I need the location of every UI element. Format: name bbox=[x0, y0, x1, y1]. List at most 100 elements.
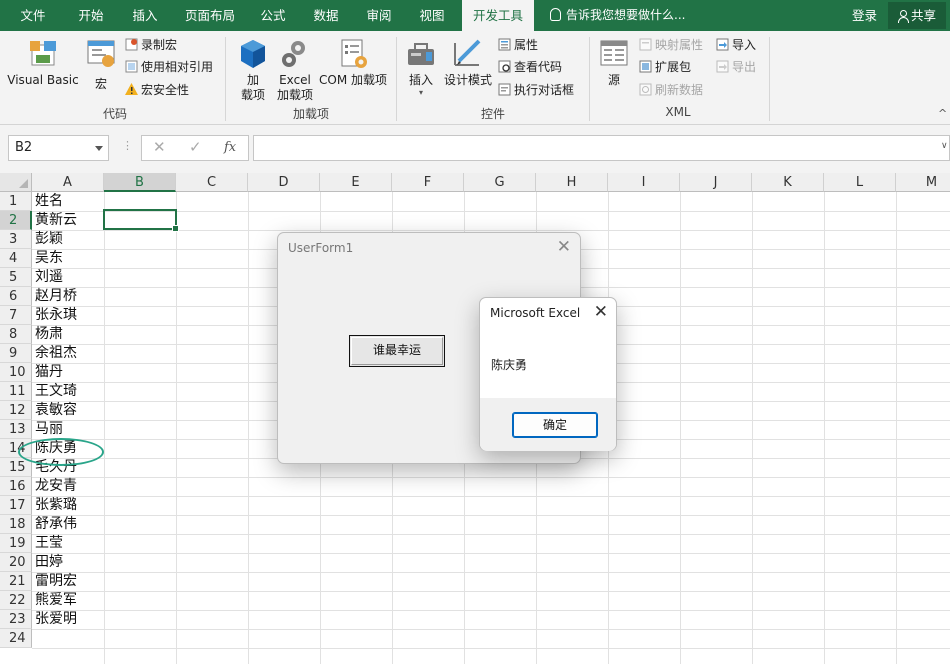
column-header-c[interactable]: C bbox=[176, 173, 248, 192]
cell-a21[interactable]: 雷明宏 bbox=[33, 572, 103, 591]
row-header-6[interactable]: 6 bbox=[0, 287, 32, 306]
expansion-packs-button[interactable]: 扩展包 bbox=[639, 59, 691, 75]
tab-file[interactable]: 文件 bbox=[8, 0, 58, 31]
view-code-button[interactable]: 查看代码 bbox=[498, 59, 562, 75]
cell-a18[interactable]: 舒承伟 bbox=[33, 515, 103, 534]
excel-addins-button[interactable]: Excel 加载项 bbox=[274, 37, 316, 103]
row-header-4[interactable]: 4 bbox=[0, 249, 32, 268]
cancel-icon[interactable]: ✕ bbox=[153, 138, 166, 156]
row-header-3[interactable]: 3 bbox=[0, 230, 32, 249]
name-box[interactable]: B2 bbox=[8, 135, 109, 161]
tab-insert[interactable]: 插入 bbox=[120, 0, 170, 31]
cell-a13[interactable]: 马丽 bbox=[33, 420, 103, 439]
row-header-21[interactable]: 21 bbox=[0, 572, 32, 591]
close-icon[interactable]: ✕ bbox=[594, 302, 608, 322]
cell-a12[interactable]: 袁敏容 bbox=[33, 401, 103, 420]
record-macro-button[interactable]: 录制宏 bbox=[125, 37, 177, 53]
insert-function-icon[interactable]: fx bbox=[224, 140, 236, 155]
column-header-j[interactable]: J bbox=[680, 173, 752, 192]
row-header-11[interactable]: 11 bbox=[0, 382, 32, 401]
tab-data[interactable]: 数据 bbox=[303, 0, 349, 31]
column-header-g[interactable]: G bbox=[464, 173, 536, 192]
row-header-17[interactable]: 17 bbox=[0, 496, 32, 515]
cell-a24[interactable] bbox=[33, 629, 103, 648]
xml-export-button[interactable]: 导出 bbox=[716, 59, 756, 75]
tab-home[interactable]: 开始 bbox=[66, 0, 116, 31]
row-header-1[interactable]: 1 bbox=[0, 192, 32, 211]
row-header-20[interactable]: 20 bbox=[0, 553, 32, 572]
luckiest-button[interactable]: 谁最幸运 bbox=[349, 335, 445, 367]
row-header-8[interactable]: 8 bbox=[0, 325, 32, 344]
ok-button[interactable]: 确定 bbox=[512, 412, 598, 438]
cell-a17[interactable]: 张紫璐 bbox=[33, 496, 103, 515]
enter-icon[interactable]: ✓ bbox=[189, 138, 202, 156]
com-addins-button[interactable]: COM 加载项 bbox=[316, 37, 390, 88]
row-header-12[interactable]: 12 bbox=[0, 401, 32, 420]
row-header-19[interactable]: 19 bbox=[0, 534, 32, 553]
macros-button[interactable]: 宏 bbox=[82, 37, 120, 92]
row-header-5[interactable]: 5 bbox=[0, 268, 32, 287]
visual-basic-button[interactable]: Visual Basic bbox=[6, 37, 80, 88]
row-header-7[interactable]: 7 bbox=[0, 306, 32, 325]
row-header-13[interactable]: 13 bbox=[0, 420, 32, 439]
run-dialog-button[interactable]: 执行对话框 bbox=[498, 82, 574, 98]
collapse-ribbon-icon[interactable]: ^ bbox=[938, 107, 947, 120]
cell-a9[interactable]: 余祖杰 bbox=[33, 344, 103, 363]
formula-input[interactable] bbox=[253, 135, 950, 161]
xml-import-button[interactable]: 导入 bbox=[716, 37, 756, 53]
tab-page-layout[interactable]: 页面布局 bbox=[177, 0, 243, 31]
row-header-23[interactable]: 23 bbox=[0, 610, 32, 629]
cell-a16[interactable]: 龙安青 bbox=[33, 477, 103, 496]
column-header-d[interactable]: D bbox=[248, 173, 320, 192]
tell-me-search[interactable]: 告诉我您想要做什么... bbox=[550, 0, 685, 31]
cell-a8[interactable]: 杨肃 bbox=[33, 325, 103, 344]
properties-button[interactable]: 属性 bbox=[498, 37, 538, 53]
tab-view[interactable]: 视图 bbox=[409, 0, 455, 31]
sign-in-link[interactable]: 登录 bbox=[852, 0, 877, 31]
row-header-22[interactable]: 22 bbox=[0, 591, 32, 610]
column-header-b[interactable]: B bbox=[104, 173, 176, 192]
cell-a23[interactable]: 张爱明 bbox=[33, 610, 103, 629]
column-header-f[interactable]: F bbox=[392, 173, 464, 192]
chevron-down-icon[interactable]: ∨ bbox=[941, 141, 948, 151]
tab-developer[interactable]: 开发工具 bbox=[462, 0, 534, 31]
row-header-2[interactable]: 2 bbox=[0, 211, 32, 230]
addins-button[interactable]: 加 载项 bbox=[233, 37, 273, 103]
close-icon[interactable]: ✕ bbox=[557, 237, 571, 257]
macro-security-button[interactable]: 宏安全性 bbox=[125, 82, 189, 98]
row-header-16[interactable]: 16 bbox=[0, 477, 32, 496]
insert-controls-button[interactable]: 插入 ▾ bbox=[402, 37, 440, 98]
column-header-a[interactable]: A bbox=[32, 173, 104, 192]
row-header-9[interactable]: 9 bbox=[0, 344, 32, 363]
column-header-m[interactable]: M bbox=[896, 173, 950, 192]
column-header-h[interactable]: H bbox=[536, 173, 608, 192]
relative-reference-button[interactable]: 使用相对引用 bbox=[125, 59, 213, 75]
cell-a11[interactable]: 王文琦 bbox=[33, 382, 103, 401]
xml-source-button[interactable]: 源 bbox=[596, 37, 632, 88]
cell-a6[interactable]: 赵月桥 bbox=[33, 287, 103, 306]
select-all-corner[interactable] bbox=[0, 173, 32, 192]
cell-a3[interactable]: 彭颖 bbox=[33, 230, 103, 249]
map-properties-button[interactable]: 映射属性 bbox=[639, 37, 703, 53]
cell-a22[interactable]: 熊爱军 bbox=[33, 591, 103, 610]
share-button[interactable]: 共享 bbox=[888, 2, 946, 29]
tab-formulas[interactable]: 公式 bbox=[250, 0, 296, 31]
cell-a4[interactable]: 吴东 bbox=[33, 249, 103, 268]
tab-review[interactable]: 审阅 bbox=[356, 0, 402, 31]
cell-a5[interactable]: 刘遥 bbox=[33, 268, 103, 287]
cell-a7[interactable]: 张永琪 bbox=[33, 306, 103, 325]
column-header-k[interactable]: K bbox=[752, 173, 824, 192]
row-header-18[interactable]: 18 bbox=[0, 515, 32, 534]
row-header-10[interactable]: 10 bbox=[0, 363, 32, 382]
column-header-e[interactable]: E bbox=[320, 173, 392, 192]
cell-a19[interactable]: 王莹 bbox=[33, 534, 103, 553]
cell-a2[interactable]: 黄新云 bbox=[33, 211, 103, 230]
cell-a1[interactable]: 姓名 bbox=[33, 192, 103, 211]
design-mode-button[interactable]: 设计模式 bbox=[442, 37, 494, 88]
active-cell-b2[interactable] bbox=[103, 209, 179, 232]
column-header-i[interactable]: I bbox=[608, 173, 680, 192]
row-header-24[interactable]: 24 bbox=[0, 629, 32, 648]
refresh-data-button[interactable]: 刷新数据 bbox=[639, 82, 703, 98]
cell-a20[interactable]: 田婷 bbox=[33, 553, 103, 572]
cell-a10[interactable]: 猫丹 bbox=[33, 363, 103, 382]
